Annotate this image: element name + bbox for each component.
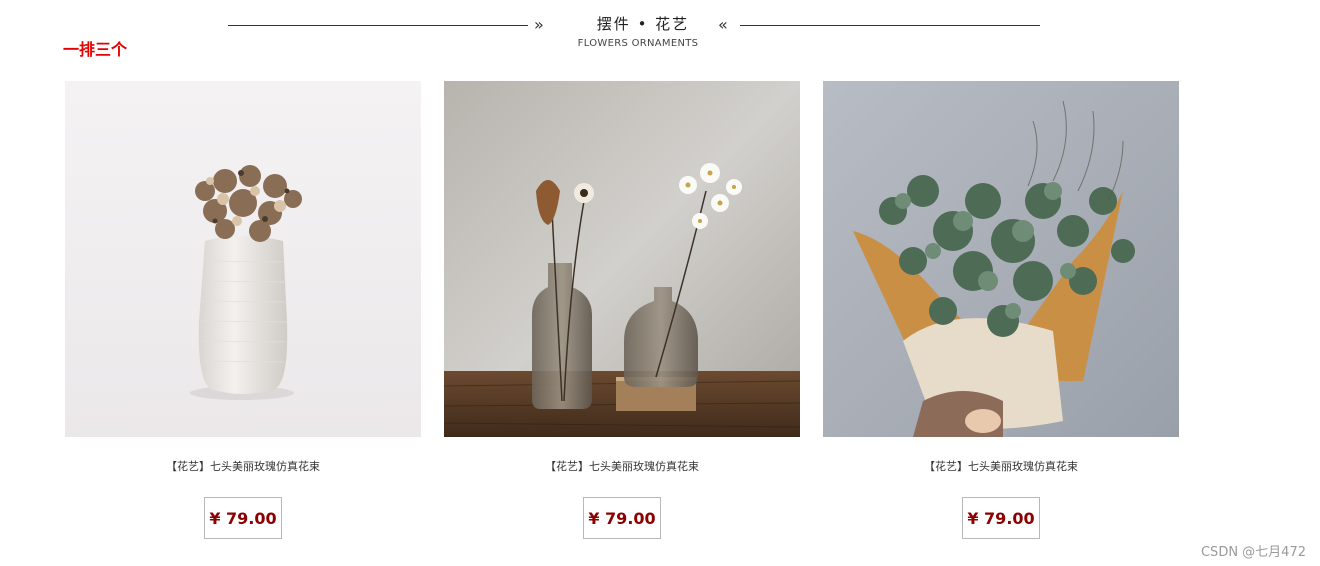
product-image-white-vase[interactable]: [65, 81, 421, 437]
watermark: CSDN @七月472: [1200, 545, 1306, 560]
double-chevron-right-icon: »: [534, 15, 544, 34]
product-name[interactable]: 【花艺】七头美丽玫瑰仿真花束: [444, 459, 800, 475]
section-title: 摆件 • 花艺: [596, 15, 690, 33]
product-price: ¥ 79.00: [962, 497, 1040, 539]
double-chevron-left-icon: «: [718, 15, 728, 34]
product-image-eucalyptus-bouquet[interactable]: [823, 81, 1179, 437]
product-name[interactable]: 【花艺】七头美丽玫瑰仿真花束: [823, 459, 1179, 475]
product-price: ¥ 79.00: [204, 497, 282, 539]
product-grid: 【花艺】七头美丽玫瑰仿真花束 ¥ 79.00 【花艺】七头美丽玫瑰仿真花束 ¥ …: [65, 81, 1185, 551]
product-card[interactable]: 【花艺】七头美丽玫瑰仿真花束 ¥ 79.00: [65, 81, 421, 539]
product-image-glass-vases[interactable]: [444, 81, 800, 437]
layout-note: 一排三个: [63, 40, 128, 59]
product-price: ¥ 79.00: [583, 497, 661, 539]
product-name[interactable]: 【花艺】七头美丽玫瑰仿真花束: [65, 459, 421, 475]
product-card[interactable]: 【花艺】七头美丽玫瑰仿真花束 ¥ 79.00: [444, 81, 800, 539]
section-subtitle: FLOWERS ORNAMENTS: [577, 38, 699, 49]
header-divider-left: [228, 25, 528, 26]
header-divider-right: [740, 25, 1040, 26]
section-header: » 摆件 • 花艺 « FLOWERS ORNAMENTS: [228, 10, 1040, 55]
product-card[interactable]: 【花艺】七头美丽玫瑰仿真花束 ¥ 79.00: [823, 81, 1179, 539]
